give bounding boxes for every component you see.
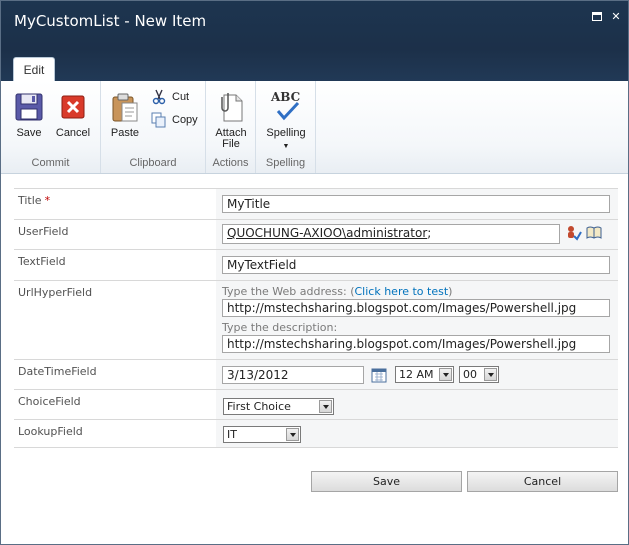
ribbon-group-clipboard: Paste Cut Copy Clipboard: [101, 81, 206, 173]
browse-address-book-icon[interactable]: [586, 225, 602, 241]
lookupfield-label: LookupField: [18, 425, 83, 438]
actions-group-label: Actions: [212, 157, 249, 169]
paste-ribbon-button[interactable]: Paste: [101, 91, 149, 139]
copy-icon: [151, 112, 167, 128]
url-description-hint: Type the description:: [222, 321, 338, 334]
click-here-to-test-link[interactable]: Click here to test: [355, 285, 449, 298]
spelling-check-icon: ABC: [270, 91, 302, 123]
spelling-ribbon-label: Spelling: [266, 127, 306, 139]
scissors-icon: [151, 89, 167, 105]
save-ribbon-label: Save: [16, 127, 42, 139]
hour-dropdown-icon: [439, 368, 452, 381]
form-row-datetimefield: DateTimeField 3/13/2012 12 AM 00: [14, 359, 618, 389]
form-row-choicefield: ChoiceField First Choice: [14, 389, 618, 419]
paste-clipboard-icon: [109, 91, 141, 123]
form-row-lookupfield: LookupField IT: [14, 419, 618, 448]
form-row-userfield: UserField QUOCHUNG-AXIOO\administrator;: [14, 219, 618, 249]
choicefield-label: ChoiceField: [18, 395, 81, 408]
title-label: Title: [18, 194, 42, 207]
urlhyperfield-label: UrlHyperField: [18, 286, 93, 299]
minute-select[interactable]: 00: [459, 366, 499, 383]
dialog-title: MyCustomList - New Item: [14, 12, 207, 30]
check-names-icon[interactable]: [566, 225, 582, 241]
lookup-dropdown-icon: [286, 428, 299, 441]
cut-ribbon-button[interactable]: Cut: [151, 89, 189, 105]
ribbon-group-actions: Attach File Actions: [206, 81, 256, 173]
cancel-x-icon: [57, 91, 89, 123]
cancel-button[interactable]: Cancel: [467, 471, 618, 492]
attach-file-ribbon-button[interactable]: Attach File: [207, 91, 255, 150]
user-separator: ;: [427, 226, 432, 240]
choice-select[interactable]: First Choice: [223, 398, 334, 415]
hour-select[interactable]: 12 AM: [395, 366, 454, 383]
ribbon: Save Cancel Commit Paste Cut Copy Clipbo…: [1, 81, 628, 174]
tab-edit[interactable]: Edit: [13, 57, 55, 82]
url-address-hint: Type the Web address: (Click here to tes…: [222, 285, 453, 298]
choice-dropdown-icon: [319, 400, 332, 413]
copy-ribbon-label: Copy: [172, 114, 198, 126]
save-button[interactable]: Save: [311, 471, 462, 492]
url-description-input[interactable]: http://mstechsharing.blogspot.com/Images…: [222, 335, 610, 353]
save-ribbon-button[interactable]: Save: [5, 91, 53, 139]
title-input[interactable]: MyTitle: [222, 195, 610, 213]
save-disk-icon: [13, 91, 45, 123]
textfield-label: TextField: [18, 255, 66, 268]
calendar-icon[interactable]: [371, 367, 387, 383]
cut-ribbon-label: Cut: [172, 91, 190, 103]
datetimefield-label: DateTimeField: [18, 365, 97, 378]
cancel-ribbon-label: Cancel: [55, 127, 91, 139]
form-row-textfield: TextField MyTextField: [14, 249, 618, 280]
maximize-button[interactable]: [592, 11, 604, 23]
new-item-form: Title * MyTitle UserField QUOCHUNG-AXIOO\…: [14, 188, 618, 448]
form-row-title: Title * MyTitle: [14, 188, 618, 219]
copy-ribbon-button[interactable]: Copy: [151, 112, 198, 128]
resolved-user[interactable]: QUOCHUNG-AXIOO\administrator: [227, 226, 427, 240]
date-input[interactable]: 3/13/2012: [222, 366, 364, 384]
spelling-ribbon-button[interactable]: ABC Spelling ▼: [262, 91, 310, 152]
close-button[interactable]: ✕: [610, 11, 622, 23]
maximize-icon: [592, 12, 602, 21]
user-picker-input[interactable]: QUOCHUNG-AXIOO\administrator;: [222, 224, 560, 244]
attach-file-label-line2: File: [222, 138, 240, 150]
ribbon-group-commit: Save Cancel Commit: [1, 81, 101, 173]
cancel-ribbon-button[interactable]: Cancel: [49, 91, 97, 139]
new-item-dialog: MyCustomList - New Item ✕ Edit Save Canc…: [0, 0, 629, 545]
paperclip-document-icon: [215, 91, 247, 123]
url-address-input[interactable]: http://mstechsharing.blogspot.com/Images…: [222, 299, 610, 317]
minute-dropdown-icon: [484, 368, 497, 381]
textfield-input[interactable]: MyTextField: [222, 256, 610, 274]
commit-group-label: Commit: [31, 157, 70, 169]
lookup-select[interactable]: IT: [223, 426, 301, 443]
form-row-urlhyperfield: UrlHyperField Type the Web address: (Cli…: [14, 280, 618, 359]
spelling-dropdown-icon: ▼: [282, 143, 290, 150]
paste-ribbon-label: Paste: [110, 127, 140, 139]
clipboard-group-label: Clipboard: [129, 157, 177, 169]
spelling-group-label: Spelling: [265, 157, 306, 169]
dialog-title-bar: MyCustomList - New Item ✕ Edit: [1, 1, 628, 82]
userfield-label: UserField: [18, 225, 69, 238]
ribbon-group-spelling: ABC Spelling ▼ Spelling: [256, 81, 316, 173]
required-mark: *: [44, 194, 51, 207]
